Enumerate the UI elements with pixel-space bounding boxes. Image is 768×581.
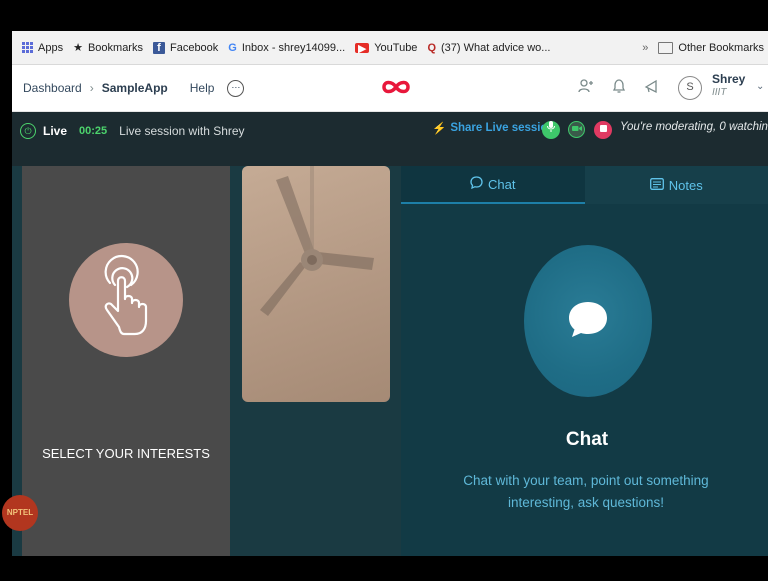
session-timer: 00:25 <box>79 125 108 137</box>
bookmarks-overflow-button[interactable]: » <box>642 42 648 54</box>
session-title: Live session with Shrey <box>119 124 245 138</box>
apps-grid-icon <box>22 42 33 53</box>
bookmark-quora[interactable]: Q (37) What advice wo... <box>427 42 550 54</box>
star-icon: ★ <box>73 41 83 54</box>
tab-notes-label: Notes <box>668 177 703 193</box>
youtube-icon: ▶ <box>355 42 370 55</box>
bookmark-label: Inbox - shrey14099... <box>241 41 346 54</box>
chat-bubble-icon <box>569 302 607 337</box>
bookmark-bookmarks[interactable]: ★ Bookmarks <box>73 42 143 54</box>
live-label: Live <box>43 124 68 138</box>
interests-panel[interactable]: SELECT YOUR INTERESTS <box>22 166 230 556</box>
bookmark-apps[interactable]: Apps <box>22 42 63 54</box>
camera-button[interactable] <box>568 121 585 138</box>
panel-tabs: Chat Notes <box>401 166 768 204</box>
moderation-status[interactable]: You're moderating, 0 watching ⌄ <box>620 121 768 133</box>
user-org: IIIT <box>712 87 727 98</box>
chat-panel: Chat Notes Chat Chat with your team, poi… <box>401 166 768 556</box>
breadcrumb-separator: › <box>89 81 94 95</box>
camera-video-feed <box>242 166 390 402</box>
user-name: Shrey <box>712 72 746 86</box>
bookmark-facebook[interactable]: f Facebook <box>152 41 219 54</box>
share-label: Share Live session <box>450 122 555 134</box>
tab-notes[interactable]: Notes <box>584 166 768 204</box>
chat-bubble-icon <box>470 176 483 192</box>
bookmark-label: YouTube <box>374 41 418 54</box>
chat-empty-title: Chat <box>565 429 609 450</box>
brand-logo-icon[interactable] <box>382 75 410 101</box>
nptel-watermark-logo: NPTEL <box>2 495 38 531</box>
announcement-icon[interactable] <box>644 78 660 98</box>
bookmark-inbox[interactable]: G Inbox - shrey14099... <box>228 42 345 54</box>
bookmark-label: (37) What advice wo... <box>441 41 551 54</box>
session-content: SELECT YOUR INTERESTS Chat Notes Chat Ch… <box>12 166 768 556</box>
quora-icon: Q <box>427 41 436 54</box>
user-menu[interactable]: Shrey IIIT <box>712 73 745 99</box>
bookmarks-bar: Apps ★ Bookmarks f Facebook G Inbox - sh… <box>12 31 768 65</box>
breadcrumb-current[interactable]: SampleApp <box>102 81 168 95</box>
share-live-session-button[interactable]: ⚡ Share Live session <box>432 121 555 135</box>
chat-empty-description: Chat with your team, point out something… <box>463 473 709 510</box>
chat-illustration <box>524 245 652 397</box>
tap-hand-icon[interactable] <box>69 243 183 357</box>
microphone-button[interactable] <box>542 121 560 139</box>
ceiling-fan-image <box>260 166 374 316</box>
lightning-icon: ⚡ <box>432 123 447 135</box>
avatar[interactable]: S <box>678 76 702 100</box>
live-session-bar: ⏻ Live 00:25 Live session with Shrey ⚡ S… <box>12 112 768 166</box>
browser-window: Apps ★ Bookmarks f Facebook G Inbox - sh… <box>12 31 768 556</box>
google-icon: G <box>228 41 237 54</box>
bookmark-youtube[interactable]: ▶ YouTube <box>355 41 418 55</box>
other-bookmarks-link[interactable]: Other Bookmarks <box>678 42 764 54</box>
camera-icon <box>571 126 582 131</box>
app-header: Dashboard › SampleApp Help ⋯ S Shrey III… <box>12 65 768 112</box>
bookmark-label: Facebook <box>169 41 219 54</box>
bookmark-label: Bookmarks <box>87 41 143 54</box>
select-interests-label: SELECT YOUR INTERESTS <box>42 446 210 461</box>
facebook-icon: f <box>152 41 165 54</box>
live-power-icon: ⏻ <box>20 123 36 139</box>
bell-icon[interactable] <box>612 78 626 98</box>
microphone-icon <box>547 121 555 132</box>
breadcrumb-dashboard[interactable]: Dashboard <box>23 81 82 95</box>
stop-session-button[interactable] <box>594 121 612 139</box>
stop-icon <box>599 125 607 132</box>
moderation-status-text: You're moderating, 0 watching <box>620 121 768 133</box>
notes-icon <box>649 177 664 193</box>
bookmark-label: Apps <box>38 41 64 54</box>
tab-chat-label: Chat <box>488 176 516 192</box>
tab-chat[interactable]: Chat <box>401 166 585 204</box>
more-options-button[interactable]: ⋯ <box>227 79 245 97</box>
folder-icon <box>658 41 674 54</box>
nptel-label: NPTEL <box>6 508 34 517</box>
chevron-down-icon[interactable]: ⌄ <box>756 81 764 92</box>
help-link[interactable]: Help <box>190 81 215 95</box>
add-user-icon[interactable] <box>578 78 594 98</box>
